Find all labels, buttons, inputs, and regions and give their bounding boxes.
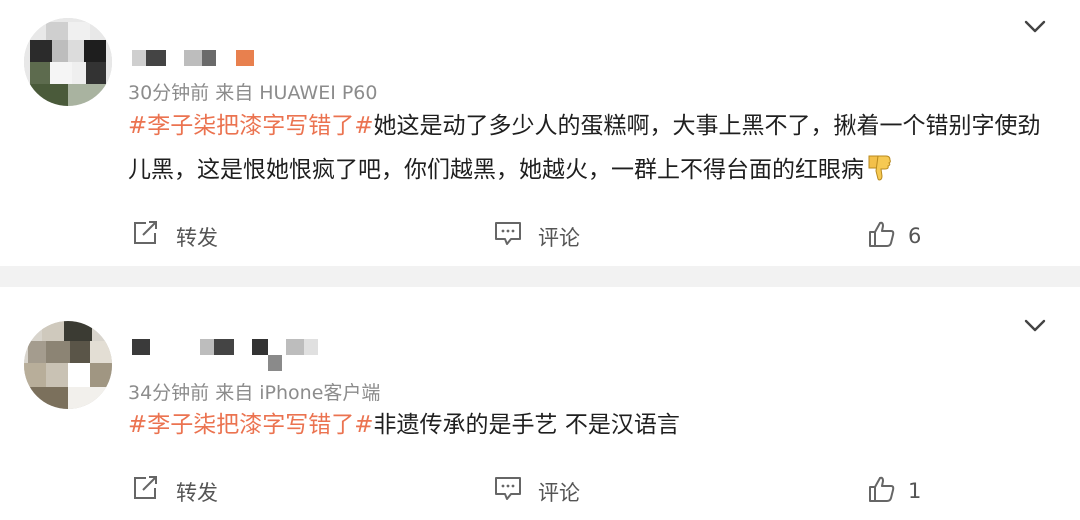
post-meta: 30分钟前 来自 HUAWEI P60 (128, 82, 378, 104)
thumbs-down-emoji (868, 155, 891, 181)
like-icon (869, 221, 895, 247)
post-card: 34分钟前 来自 iPhone客户端 #李子柒把漆字写错了#非遗传承的是手艺 不… (0, 287, 1080, 520)
repost-label: 转发 (176, 481, 218, 505)
post-divider (0, 266, 1080, 287)
post-body: 非遗传承的是手艺 不是汉语言 (373, 412, 680, 438)
post-text: #李子柒把漆字写错了#她这是动了多少人的蛋糕啊，大事上黑不了，揪着一个错别字使劲… (128, 104, 1048, 192)
comment-label: 评论 (538, 226, 580, 250)
avatar[interactable] (24, 18, 112, 106)
post-meta: 34分钟前 来自 iPhone客户端 (128, 382, 381, 404)
chevron-down-icon[interactable] (1024, 20, 1046, 34)
hashtag-link[interactable]: #李子柒把漆字写错了# (128, 412, 374, 438)
comment-icon (495, 222, 521, 245)
comment-icon (495, 477, 521, 500)
username-redacted[interactable] (132, 50, 262, 70)
username-redacted[interactable] (132, 339, 332, 371)
repost-label: 转发 (176, 226, 218, 250)
like-count: 6 (908, 224, 922, 248)
repost-icon (134, 476, 157, 499)
comment-label: 评论 (538, 481, 580, 505)
like-icon (869, 476, 895, 502)
post-text: #李子柒把漆字写错了#非遗传承的是手艺 不是汉语言 (128, 403, 1048, 447)
post-card: 30分钟前 来自 HUAWEI P60 #李子柒把漆字写错了#她这是动了多少人的… (0, 0, 1080, 266)
hashtag-link[interactable]: #李子柒把漆字写错了# (128, 113, 374, 139)
avatar[interactable] (24, 321, 112, 409)
like-count: 1 (908, 479, 922, 503)
chevron-down-icon[interactable] (1024, 319, 1046, 333)
repost-icon (134, 221, 157, 244)
